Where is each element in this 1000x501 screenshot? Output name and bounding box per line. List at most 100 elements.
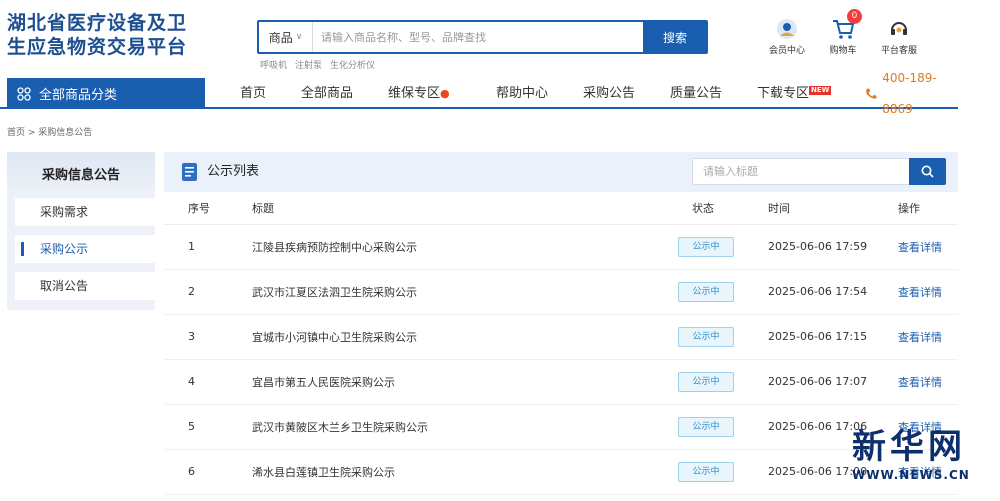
status-badge: 公示中 (678, 416, 734, 437)
row-no: 1 (164, 224, 252, 270)
header-shortcuts: 会员中心 0 购物车 平台客服 (760, 9, 928, 56)
hotline-number: 400-189-8869 (882, 70, 937, 116)
cart-icon (816, 17, 870, 41)
row-no: 5 (164, 404, 252, 450)
row-title[interactable]: 宜城市小河镇中心卫生院采购公示 (252, 314, 692, 360)
view-details-link[interactable]: 查看详情 (898, 376, 942, 389)
cart-label: 购物车 (829, 46, 857, 56)
table-row: 2 武汉市江夏区法泗卫生院采购公示 公示中 2025-06-06 17:54 查看详情 (164, 269, 958, 315)
row-action-cell: 查看详情 (894, 359, 958, 405)
col-header-title: 标题 (252, 192, 692, 225)
table-row: 1 江陵县疾病预防控制中心采购公示 公示中 2025-06-06 17:59 查看详情 (164, 224, 958, 270)
xinhua-watermark: 新华网 WWW.NEWS.CN (852, 428, 992, 498)
member-icon (760, 17, 814, 41)
col-header-status: 状态 (692, 192, 768, 225)
table-row: 3 宜城市小河镇中心卫生院采购公示 公示中 2025-06-06 17:15 查看详情 (164, 314, 958, 360)
title-search-input[interactable]: 请输入标题 (693, 159, 909, 184)
nav-item-procurement[interactable]: 采购公告 (583, 78, 635, 109)
panel-title: 公示列表 (207, 164, 260, 179)
search-button[interactable]: 搜索 (643, 21, 707, 53)
status-badge: 公示中 (678, 236, 734, 257)
sidebar-item-cancellation[interactable]: 取消公告 (15, 272, 155, 300)
all-categories-label: 全部商品分类 (39, 88, 118, 103)
nav-item-home[interactable]: 首页 (240, 78, 266, 109)
search-category-select[interactable]: 商品 ∨ (259, 22, 313, 52)
logo-line-2: 生应急物资交易平台 (7, 36, 188, 58)
sidebar-item-publicity[interactable]: 采购公示 (15, 235, 155, 263)
row-title[interactable]: 宜昌市第五人民医院采购公示 (252, 359, 692, 405)
nav-item-maintenance-label: 维保专区 (388, 86, 441, 101)
logo-line-1: 湖北省医疗设备及卫 (7, 12, 188, 34)
table-row: 6 浠水县白莲镇卫生院采购公示 公示中 2025-06-06 17:00 查看详情 (164, 449, 958, 495)
row-status-cell: 公示中 (678, 224, 768, 270)
row-action-cell: 查看详情 (894, 314, 958, 360)
document-icon (182, 163, 197, 181)
grid-icon (17, 86, 31, 101)
watermark-url: WWW.NEWS.CN (852, 468, 970, 482)
view-details-link[interactable]: 查看详情 (898, 241, 942, 254)
col-header-no: 序号 (164, 192, 252, 225)
customer-service-link[interactable]: 平台客服 (872, 17, 926, 56)
phone-icon (866, 88, 877, 99)
status-badge: 公示中 (678, 371, 734, 392)
table-header-row: 序号 标题 状态 时间 操作 (164, 192, 958, 225)
nav-item-help[interactable]: 帮助中心 (496, 78, 548, 109)
sidebar-item-requirements[interactable]: 采购需求 (15, 198, 155, 226)
search-category-label: 商品 (268, 30, 293, 45)
announcement-panel: 公示列表 请输入标题 序号 标题 状态 时间 操作 1 江陵县疾病预防控制中心采购… (164, 152, 958, 501)
col-header-action: 操作 (894, 192, 958, 225)
row-title[interactable]: 武汉市黄陂区木兰乡卫生院采购公示 (252, 404, 692, 450)
row-title[interactable]: 江陵县疾病预防控制中心采购公示 (252, 224, 692, 270)
customer-service-label: 平台客服 (880, 46, 917, 56)
status-badge: 公示中 (678, 326, 734, 347)
member-center-label: 会员中心 (768, 46, 805, 56)
main-nav: 全部商品分类 首页 全部商品 维保专区● 帮助中心 采购公告 质量公告 下载专区… (0, 71, 958, 116)
nav-item-all-products[interactable]: 全部商品 (301, 78, 353, 109)
site-logo[interactable]: 湖北省医疗设备及卫 生应急物资交易平台 (7, 11, 222, 59)
cart-link[interactable]: 0 购物车 (816, 9, 870, 56)
row-time: 2025-06-06 17:15 (768, 314, 894, 360)
title-search-button[interactable] (909, 158, 946, 185)
hotline: 400-189-8869 (864, 71, 958, 116)
breadcrumb: 首页 > 采购信息公告 (7, 128, 93, 138)
nav-item-download[interactable]: 下载专区 NEW (757, 78, 832, 109)
fire-icon: ● (440, 87, 450, 100)
row-no: 4 (164, 359, 252, 405)
nav-item-download-label: 下载专区 (757, 86, 810, 101)
nav-item-quality[interactable]: 质量公告 (670, 78, 722, 109)
hot-keyword[interactable]: 生化分析仪 (330, 58, 375, 71)
row-no: 6 (164, 449, 252, 495)
col-header-time: 时间 (768, 192, 894, 225)
row-action-cell: 查看详情 (894, 269, 958, 315)
title-search: 请输入标题 (692, 158, 946, 185)
row-status-cell: 公示中 (678, 314, 768, 360)
member-center-link[interactable]: 会员中心 (760, 17, 814, 56)
status-badge: 公示中 (678, 281, 734, 302)
view-details-link[interactable]: 查看详情 (898, 286, 942, 299)
search-bar: 商品 ∨ 请输入商品名称、型号、品牌查找 搜索 (257, 20, 708, 54)
table-row: 4 宜昌市第五人民医院采购公示 公示中 2025-06-06 17:07 查看详情 (164, 359, 958, 405)
table-row: 5 武汉市黄陂区木兰乡卫生院采购公示 公示中 2025-06-06 17:06 查看详情 (164, 404, 958, 450)
hot-keyword[interactable]: 呼吸机 (260, 58, 287, 71)
sidebar-title: 采购信息公告 (7, 152, 155, 198)
watermark-text: 新华网 (852, 427, 966, 467)
cart-count-badge: 0 (847, 9, 862, 24)
row-time: 2025-06-06 17:07 (768, 359, 894, 405)
search-input[interactable]: 请输入商品名称、型号、品牌查找 (313, 22, 643, 52)
table-body: 1 江陵县疾病预防控制中心采购公示 公示中 2025-06-06 17:59 查看详情 2… (164, 224, 958, 495)
row-time: 2025-06-06 17:54 (768, 269, 894, 315)
search-icon (921, 165, 934, 178)
row-no: 2 (164, 269, 252, 315)
site-header: 湖北省医疗设备及卫 生应急物资交易平台 商品 ∨ 请输入商品名称、型号、品牌查找… (0, 0, 1000, 78)
status-badge: 公示中 (678, 461, 734, 482)
nav-item-maintenance[interactable]: 维保专区● (388, 78, 450, 109)
view-details-link[interactable]: 查看详情 (898, 331, 942, 344)
row-title[interactable]: 浠水县白莲镇卫生院采购公示 (252, 449, 692, 495)
row-time: 2025-06-06 17:59 (768, 224, 894, 270)
service-icon (872, 17, 926, 41)
hot-keywords: 呼吸机 注射泵 生化分析仪 (260, 58, 375, 71)
panel-header: 公示列表 请输入标题 (164, 152, 958, 192)
hot-keyword[interactable]: 注射泵 (295, 58, 322, 71)
row-title[interactable]: 武汉市江夏区法泗卫生院采购公示 (252, 269, 692, 315)
all-categories-button[interactable]: 全部商品分类 (7, 78, 205, 109)
